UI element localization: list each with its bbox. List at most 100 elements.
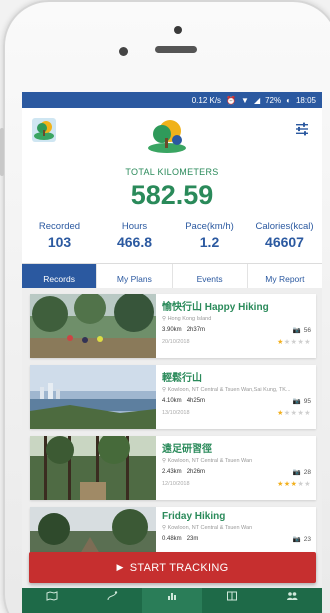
record-meta: 3.90km 2h37m 📷 56 bbox=[162, 326, 311, 335]
route-icon bbox=[107, 591, 118, 601]
record-title: 愉快行山 Happy Hiking bbox=[162, 302, 269, 313]
stat-value: 103 bbox=[47, 234, 72, 250]
start-tracking-button[interactable]: ▶ START TRACKING bbox=[29, 552, 316, 583]
record-footer: 20/10/2018 ★★★★★ bbox=[162, 338, 311, 346]
nav-item-records[interactable] bbox=[142, 588, 202, 613]
stats-row: Recorded 103 Hours 466.8 Pace(km/h) 1.2 … bbox=[22, 221, 322, 250]
wifi-icon: ▼ bbox=[241, 95, 249, 105]
app-logo-icon bbox=[148, 120, 186, 153]
record-duration: 23m bbox=[186, 536, 199, 542]
record-distance: 0.48km bbox=[162, 536, 182, 542]
record-title: 遠足研習徑 bbox=[162, 444, 212, 455]
record-duration: 2h37m bbox=[186, 327, 206, 333]
record-location: ⚲ Kowloon, NT Central & Tsuen Wan bbox=[162, 525, 311, 531]
record-location: ⚲ Hong Kong Island bbox=[162, 316, 311, 322]
network-speed: 0.12 K/s bbox=[191, 95, 222, 105]
record-meta: 0.48km 23m 📷 23 bbox=[162, 535, 311, 544]
record-location-text: Kowloon, NT Central & Tsuen Wan bbox=[167, 525, 253, 531]
record-photos: 📷 23 bbox=[292, 535, 311, 544]
battery-level: 72% bbox=[265, 95, 282, 105]
clock: 18:05 bbox=[295, 95, 316, 105]
record-card[interactable]: 愉快行山 Happy Hiking ⚲ Hong Kong Island 3.9… bbox=[30, 294, 316, 358]
record-date: 20/10/2018 bbox=[162, 339, 190, 345]
photo-count: 28 bbox=[303, 468, 311, 476]
nav-item-routes[interactable] bbox=[82, 588, 142, 613]
book-icon bbox=[227, 591, 237, 601]
stat-calories: Calories(kcal) 46607 bbox=[247, 221, 322, 250]
camera-icon: 📷 bbox=[292, 469, 301, 476]
record-distance: 4.10km bbox=[162, 398, 182, 404]
record-duration: 2h26m bbox=[186, 469, 206, 475]
camera-icon: 📷 bbox=[292, 327, 301, 334]
record-location: ⚲ Kowloon, NT Central & Tsuen Wan,Sai Ku… bbox=[162, 387, 311, 393]
record-location-text: Kowloon, NT Central & Tsuen Wan bbox=[167, 458, 253, 464]
total-kilometers-value: 582.59 bbox=[130, 180, 214, 210]
earpiece-speaker bbox=[155, 46, 197, 53]
photo-count: 23 bbox=[303, 535, 311, 543]
record-meta: 4.10km 4h25m 📷 95 bbox=[162, 397, 311, 406]
record-duration: 4h25m bbox=[186, 398, 206, 404]
rating-stars-icon: ★★★★★ bbox=[277, 481, 311, 488]
record-distance: 3.90km bbox=[162, 327, 182, 333]
stat-value: 46607 bbox=[265, 234, 304, 250]
nav-item-community[interactable] bbox=[262, 588, 322, 613]
record-footer: 13/10/2018 ★★★★★ bbox=[162, 409, 311, 417]
rating-stars-icon: ★★★★★ bbox=[277, 339, 311, 346]
signal-icon: ◢ bbox=[253, 95, 261, 105]
hike-photo-thumbnail bbox=[30, 294, 156, 358]
stat-label: Calories(kcal) bbox=[255, 221, 314, 232]
app-screen: 0.12 K/s ⏰ ▼ ◢ 72% ◐ 18:05 TOTAL KILOMET… bbox=[22, 92, 322, 613]
stat-recorded: Recorded 103 bbox=[22, 221, 97, 250]
record-location-text: Kowloon, NT Central & Tsuen Wan,Sai Kung… bbox=[167, 387, 291, 393]
battery-icon: ◐ bbox=[286, 95, 291, 105]
record-meta: 2.43km 2h26m 📷 28 bbox=[162, 468, 311, 477]
sensor bbox=[119, 47, 128, 56]
app-header bbox=[22, 108, 322, 166]
record-info: 遠足研習徑 ⚲ Kowloon, NT Central & Tsuen Wan … bbox=[156, 436, 316, 500]
volume-button bbox=[0, 128, 4, 176]
record-date: 12/10/2018 bbox=[162, 481, 190, 487]
stat-value: 1.2 bbox=[199, 234, 220, 250]
record-location-text: Hong Kong Island bbox=[167, 316, 212, 322]
camera-icon: 📷 bbox=[292, 398, 301, 405]
record-card[interactable]: 輕鬆行山 ⚲ Kowloon, NT Central & Tsuen Wan,S… bbox=[30, 365, 316, 429]
rating-stars-icon: ★★★★★ bbox=[277, 410, 311, 417]
chart-icon bbox=[168, 593, 176, 600]
stat-pace: Pace(km/h) 1.2 bbox=[172, 221, 247, 250]
record-photos: 📷 28 bbox=[292, 468, 311, 477]
hike-photo-thumbnail bbox=[30, 436, 156, 500]
nav-item-book[interactable] bbox=[202, 588, 262, 613]
record-photos: 📷 56 bbox=[292, 326, 311, 335]
record-date: 13/10/2018 bbox=[162, 410, 190, 416]
front-camera bbox=[174, 26, 182, 34]
stat-value: 466.8 bbox=[116, 234, 153, 250]
stat-label: Pace(km/h) bbox=[185, 221, 234, 232]
nav-item-map[interactable] bbox=[22, 588, 82, 613]
play-icon: ▶ bbox=[116, 562, 124, 572]
stat-hours: Hours 466.8 bbox=[97, 221, 172, 250]
record-footer: 12/10/2018 ★★★★★ bbox=[162, 480, 311, 488]
photo-count: 95 bbox=[303, 397, 311, 405]
stat-label: Recorded bbox=[38, 221, 81, 232]
people-icon bbox=[287, 592, 298, 600]
record-location: ⚲ Kowloon, NT Central & Tsuen Wan bbox=[162, 458, 311, 464]
status-bar: 0.12 K/s ⏰ ▼ ◢ 72% ◐ 18:05 bbox=[22, 92, 322, 108]
camera-icon: 📷 bbox=[292, 536, 301, 543]
alarm-icon: ⏰ bbox=[226, 95, 237, 105]
total-kilometers-label: TOTAL KILOMETERS bbox=[125, 167, 219, 177]
record-title: 輕鬆行山 bbox=[162, 373, 202, 384]
sliders-icon[interactable] bbox=[295, 122, 309, 136]
record-photos: 📷 95 bbox=[292, 397, 311, 406]
record-info: 輕鬆行山 ⚲ Kowloon, NT Central & Tsuen Wan,S… bbox=[156, 365, 316, 429]
profile-logo-icon[interactable] bbox=[32, 118, 56, 142]
stat-label: Hours bbox=[121, 221, 148, 232]
hike-photo-thumbnail bbox=[30, 365, 156, 429]
record-distance: 2.43km bbox=[162, 469, 182, 475]
record-title: Friday Hiking bbox=[162, 511, 226, 522]
record-card[interactable]: 遠足研習徑 ⚲ Kowloon, NT Central & Tsuen Wan … bbox=[30, 436, 316, 500]
record-info: 愉快行山 Happy Hiking ⚲ Hong Kong Island 3.9… bbox=[156, 294, 316, 358]
photo-count: 56 bbox=[303, 326, 311, 334]
bottom-navigation bbox=[22, 588, 322, 613]
start-tracking-label: START TRACKING bbox=[129, 561, 229, 574]
map-icon bbox=[46, 591, 58, 601]
